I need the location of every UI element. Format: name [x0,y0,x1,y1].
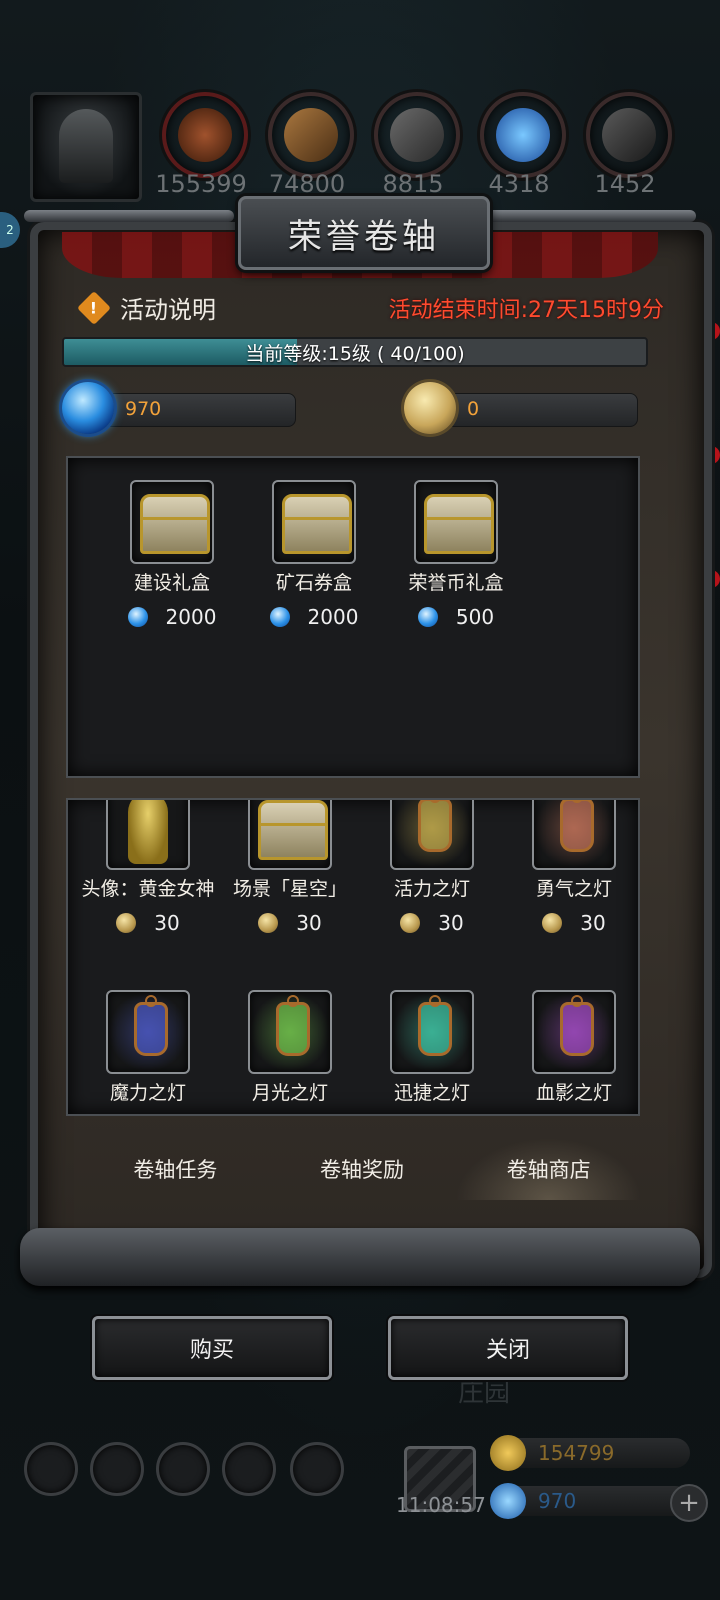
gem-balance: 970 [125,398,162,420]
hooded-figure-icon [59,109,113,183]
panel-tabs: 卷轴任务 卷轴奖励 卷轴商店 [82,1138,643,1200]
gold-icon [490,1435,526,1471]
coin-balance: 0 [467,398,480,420]
item-name: 建设礼盒 [133,572,210,594]
gem-balance: 970 [538,1489,577,1513]
item-name: 荣誉币礼盒 [408,572,504,594]
shop-item[interactable]: 头像：黄金女神 30 [78,800,218,935]
tab-scroll-tasks[interactable]: 卷轴任务 [82,1138,269,1200]
item-price: 30 [580,911,606,935]
panel-title: 荣誉卷轴 [288,216,440,257]
gold-balance: 154799 [538,1441,615,1465]
panel-bottom-trim [20,1228,700,1286]
lamp-icon [532,800,616,870]
castle-icon[interactable] [156,1442,210,1496]
item-name: 血影之灯 [535,1082,612,1104]
shop-item[interactable]: 荣誉币礼盒 500 [386,480,526,629]
shop-item[interactable]: 建设礼盒 2000 [102,480,242,629]
resource-count: 4318 [488,170,550,198]
meat-resource-icon[interactable] [162,92,248,178]
clock: 11:08:57 [396,1493,486,1517]
mail-icon[interactable] [222,1442,276,1496]
shop-item[interactable]: 血影之灯 [504,990,638,1105]
panel-title-plate: 荣誉卷轴 [238,196,490,270]
battle-icon[interactable] [290,1442,344,1496]
shop-item[interactable]: 场景「星空」 30 [220,800,360,935]
item-name: 矿石券盒 [275,572,352,594]
buy-button[interactable]: 购买 [92,1316,332,1380]
item-name: 场景「星空」 [232,878,347,900]
crystal-resource-icon[interactable] [480,92,566,178]
shop-item[interactable]: 矿石券盒 2000 [244,480,384,629]
tab-scroll-rewards[interactable]: 卷轴奖励 [269,1138,456,1200]
honor-coin-icon [404,382,456,434]
coin-shop-grid[interactable]: 头像：黄金女神 30 场景「星空」 30 活力之灯 30 勇气之灯 30 魔力之… [66,798,640,1116]
level-progress-bar: 当前等级:15级 ( 40/100) [62,337,648,367]
coin-icon [542,913,563,933]
item-name: 勇气之灯 [535,878,612,900]
lamp-icon [248,990,332,1074]
iron-resource-icon[interactable] [374,92,460,178]
resource-count: 1452 [594,170,656,198]
item-price: 2000 [165,605,217,629]
event-info-button[interactable]: ! 活动说明 [77,290,216,325]
item-name: 头像：黄金女神 [81,878,215,900]
coin-icon [116,913,137,933]
item-name: 迅捷之灯 [393,1082,470,1104]
chest-icon [248,800,332,870]
steel-resource-icon[interactable] [586,92,672,178]
resource-count: 8815 [382,170,444,198]
gem-icon [269,607,290,627]
gem-shop-grid: 建设礼盒 2000 矿石券盒 2000 荣誉币礼盒 500 [66,456,640,778]
chest-icon [272,480,356,564]
item-name: 魔力之灯 [109,1082,186,1104]
item-price: 30 [438,911,464,935]
gem-icon [417,607,438,627]
gem-balance-pill: 970 [490,1483,690,1519]
gem-icon [127,607,148,627]
coin-icon [400,913,421,933]
tab-scroll-shop[interactable]: 卷轴商店 [455,1138,643,1200]
star-icon[interactable] [90,1442,144,1496]
shop-item[interactable]: 活力之灯 30 [362,800,502,935]
item-name: 活力之灯 [393,878,470,900]
item-price: 500 [455,605,495,629]
shop-item[interactable]: 魔力之灯 [78,990,218,1105]
chest-icon [414,480,498,564]
item-price: 2000 [307,605,359,629]
lamp-icon [106,990,190,1074]
gold-balance-pill: 154799 [490,1435,690,1471]
event-end-time: 活动结束时间:27天15时9分 [388,298,664,323]
chest-icon [130,480,214,564]
frame-spike [24,210,234,222]
close-button[interactable]: 关闭 [388,1316,628,1380]
wood-resource-icon[interactable] [268,92,354,178]
lamp-icon [390,990,474,1074]
resource-count: 74800 [268,170,346,198]
shop-item[interactable]: 迅捷之灯 [362,990,502,1105]
add-currency-button[interactable]: + [670,1484,708,1522]
event-info-label: 活动说明 [120,296,216,324]
exclamation-icon: ! [77,290,111,325]
golden-goddess-icon [106,800,190,870]
avatar[interactable] [30,92,142,202]
item-name: 月光之灯 [251,1082,328,1104]
resource-count: 155399 [155,170,247,198]
frame-spike [486,210,696,222]
progress-text: 当前等级:15级 ( 40/100) [245,342,465,365]
item-price: 30 [296,911,322,935]
blue-gem-icon [62,382,114,434]
settings-icon[interactable] [24,1442,78,1496]
gem-icon [490,1483,526,1519]
item-price: 30 [154,911,180,935]
lamp-icon [532,990,616,1074]
coin-icon [258,913,279,933]
shop-item[interactable]: 勇气之灯 30 [504,800,638,935]
lamp-icon [390,800,474,870]
shop-item[interactable]: 月光之灯 [220,990,360,1105]
